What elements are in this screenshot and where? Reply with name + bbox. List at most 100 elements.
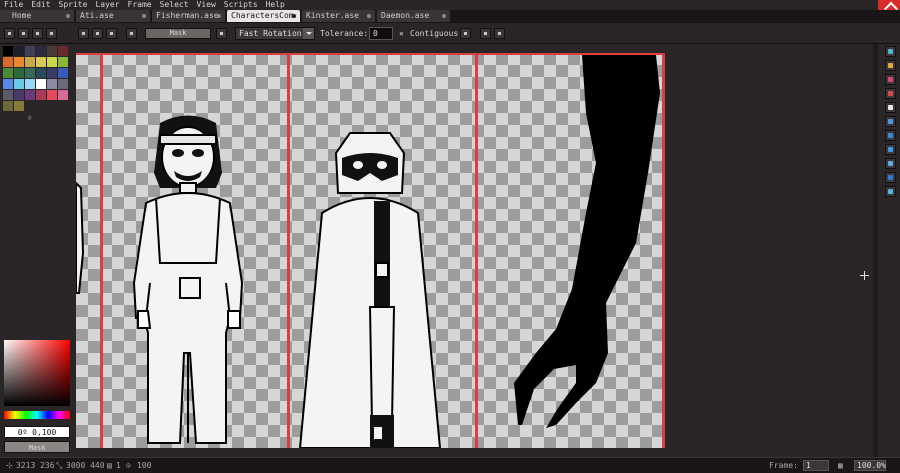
palette-swatch[interactable] [47, 90, 57, 100]
close-icon[interactable] [66, 14, 70, 18]
close-icon[interactable] [292, 14, 296, 18]
blur-tool[interactable] [885, 186, 896, 197]
move-icon [888, 119, 893, 124]
palette-swatch[interactable] [14, 68, 24, 78]
contour-tool[interactable] [885, 172, 896, 183]
sprite-size: 3000 440 [66, 461, 105, 470]
pivot-button[interactable] [216, 28, 227, 39]
status-bar: ⊹ 3213 236 ⤡ 3000 440 ▤ 1 ⊙ 100 Frame: 1… [0, 457, 900, 473]
tab-daemon[interactable]: Daemon.ase [377, 10, 450, 22]
sprite-canvas[interactable] [76, 53, 665, 448]
mask-button[interactable]: Mask [145, 28, 211, 39]
menu-scripts[interactable]: Scripts [220, 0, 262, 10]
zoom-tool[interactable] [885, 102, 896, 113]
palette-menu-button[interactable] [46, 28, 57, 39]
palette-swatch[interactable] [25, 57, 35, 67]
palette-swatch[interactable] [36, 57, 46, 67]
selection-subtract-button[interactable] [106, 28, 117, 39]
palette-swatch[interactable] [36, 90, 46, 100]
palette-swatch[interactable] [36, 46, 46, 56]
fill-tool[interactable] [885, 130, 896, 141]
tab-ati[interactable]: Ati.ase [76, 10, 150, 22]
palette-swatch[interactable] [25, 79, 35, 89]
palette-swatch[interactable] [47, 46, 57, 56]
palette-swatch[interactable] [3, 68, 13, 78]
close-icon[interactable] [142, 14, 146, 18]
palette-swatch[interactable] [58, 57, 68, 67]
mask-color-swatch[interactable]: Mask [4, 441, 70, 453]
editor-workspace[interactable] [76, 44, 880, 457]
palette-swatch[interactable] [3, 57, 13, 67]
palette-swatch[interactable] [47, 79, 57, 89]
menu-help[interactable]: Help [262, 0, 289, 10]
selection-add-button[interactable] [92, 28, 103, 39]
tab-fisherman[interactable]: Fisherman.ase [152, 10, 225, 22]
vertical-scrollbar[interactable] [873, 44, 878, 457]
tab-home[interactable]: Home [0, 10, 74, 22]
eyedropper-tool[interactable] [885, 88, 896, 99]
palette-swatch[interactable] [14, 57, 24, 67]
palette-swatch[interactable] [3, 46, 13, 56]
rectangular-marquee-tool[interactable] [885, 46, 896, 57]
menu-select[interactable]: Select [156, 0, 193, 10]
move-tool[interactable] [885, 116, 896, 127]
palette-swatch[interactable] [36, 79, 46, 89]
menu-frame[interactable]: Frame [124, 0, 156, 10]
color-spectrum-picker[interactable] [4, 340, 70, 406]
tolerance-input[interactable]: 0 [369, 27, 393, 40]
hue-slider[interactable] [4, 411, 70, 419]
close-icon[interactable] [367, 14, 371, 18]
selection-replace-button[interactable] [78, 28, 89, 39]
slice-line [287, 53, 290, 448]
palette-swatch[interactable] [14, 101, 24, 111]
palette-swatch[interactable] [25, 46, 35, 56]
tab-kinster[interactable]: Kinster.ase [302, 10, 375, 22]
palette-swatch[interactable] [36, 68, 46, 78]
eraser-tool[interactable] [885, 74, 896, 85]
color-value-field[interactable]: 0º 0,100 [4, 426, 70, 438]
eyedropper-icon [888, 91, 893, 96]
slice-line [100, 53, 103, 448]
settings-gear-icon[interactable] [460, 28, 471, 39]
line-tool[interactable] [885, 144, 896, 155]
zoom-field[interactable]: 100.0% [854, 460, 886, 471]
tab-fisherman-label: Fisherman.ase [156, 11, 219, 20]
palette-swatch[interactable] [47, 57, 57, 67]
palette-swatch[interactable] [14, 79, 24, 89]
options-button[interactable] [494, 28, 505, 39]
lock-button[interactable] [480, 28, 491, 39]
tab-home-label: Home [12, 11, 32, 20]
pencil-tool[interactable] [885, 60, 896, 71]
palette-swatch[interactable] [25, 90, 35, 100]
palette-add-button[interactable] [18, 28, 29, 39]
rotation-algorithm-select[interactable]: Fast Rotation [235, 27, 315, 40]
palette-swatch[interactable] [25, 68, 35, 78]
palette-swatch[interactable] [47, 68, 57, 78]
palette-swatch[interactable] [58, 79, 68, 89]
palette-swatch[interactable] [3, 79, 13, 89]
menu-edit[interactable]: Edit [27, 0, 54, 10]
palette-remove-button[interactable] [32, 28, 43, 39]
tolerance-label: Tolerance: [320, 29, 369, 38]
palette-swatch[interactable] [3, 90, 13, 100]
palette-option-button[interactable] [4, 28, 15, 39]
contiguous-checkbox-icon[interactable]: ✕ [399, 27, 404, 40]
palette-swatch[interactable] [58, 46, 68, 56]
slice-line [662, 53, 665, 448]
palette-swatch[interactable] [14, 90, 24, 100]
rectangle-tool[interactable] [885, 158, 896, 169]
close-icon[interactable] [217, 14, 221, 18]
menu-layer[interactable]: Layer [91, 0, 123, 10]
palette-swatch[interactable] [58, 90, 68, 100]
menu-sprite[interactable]: Sprite [55, 0, 92, 10]
palette-swatch[interactable] [14, 46, 24, 56]
menu-view[interactable]: View [193, 0, 220, 10]
palette-swatch[interactable] [3, 101, 13, 111]
tab-characterscom[interactable]: CharactersCom [227, 10, 300, 22]
menu-file[interactable]: File [0, 0, 27, 10]
palette-swatch[interactable] [58, 68, 68, 78]
selection-intersect-button[interactable] [126, 28, 137, 39]
frame-input[interactable]: 1 [803, 460, 829, 471]
contiguous-label: Contiguous [410, 29, 459, 38]
close-icon[interactable] [442, 14, 446, 18]
